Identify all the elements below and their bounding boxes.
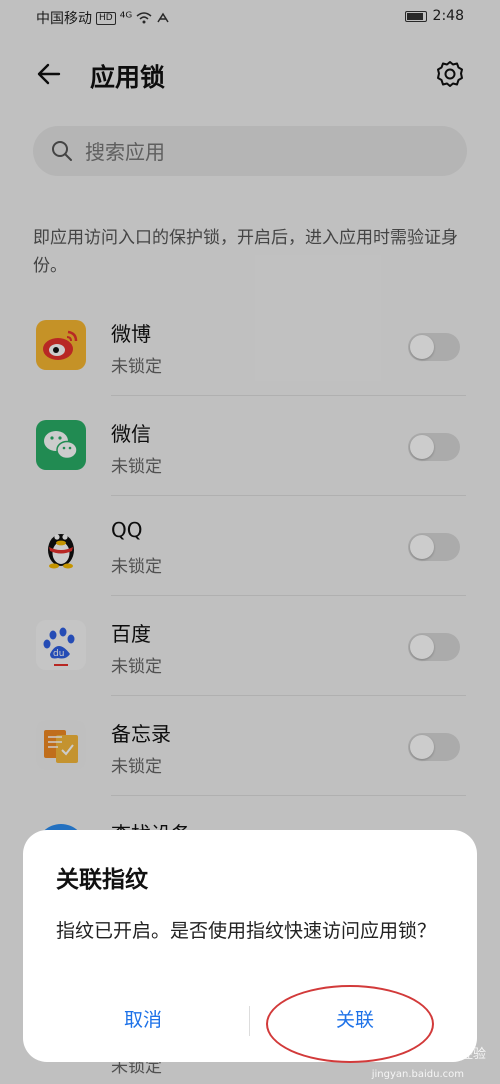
cancel-button[interactable]: 取消 [43, 1000, 243, 1040]
annotation-circle [266, 985, 434, 1063]
dialog-title: 关联指纹 [56, 867, 148, 893]
watermark-url: jingyan.baidu.com [371, 1069, 464, 1080]
button-divider [249, 1006, 250, 1036]
dialog-message: 指纹已开启。是否使用指纹快速访问应用锁？ [56, 920, 437, 942]
watermark-logo: Bai 经验 [435, 1047, 486, 1062]
